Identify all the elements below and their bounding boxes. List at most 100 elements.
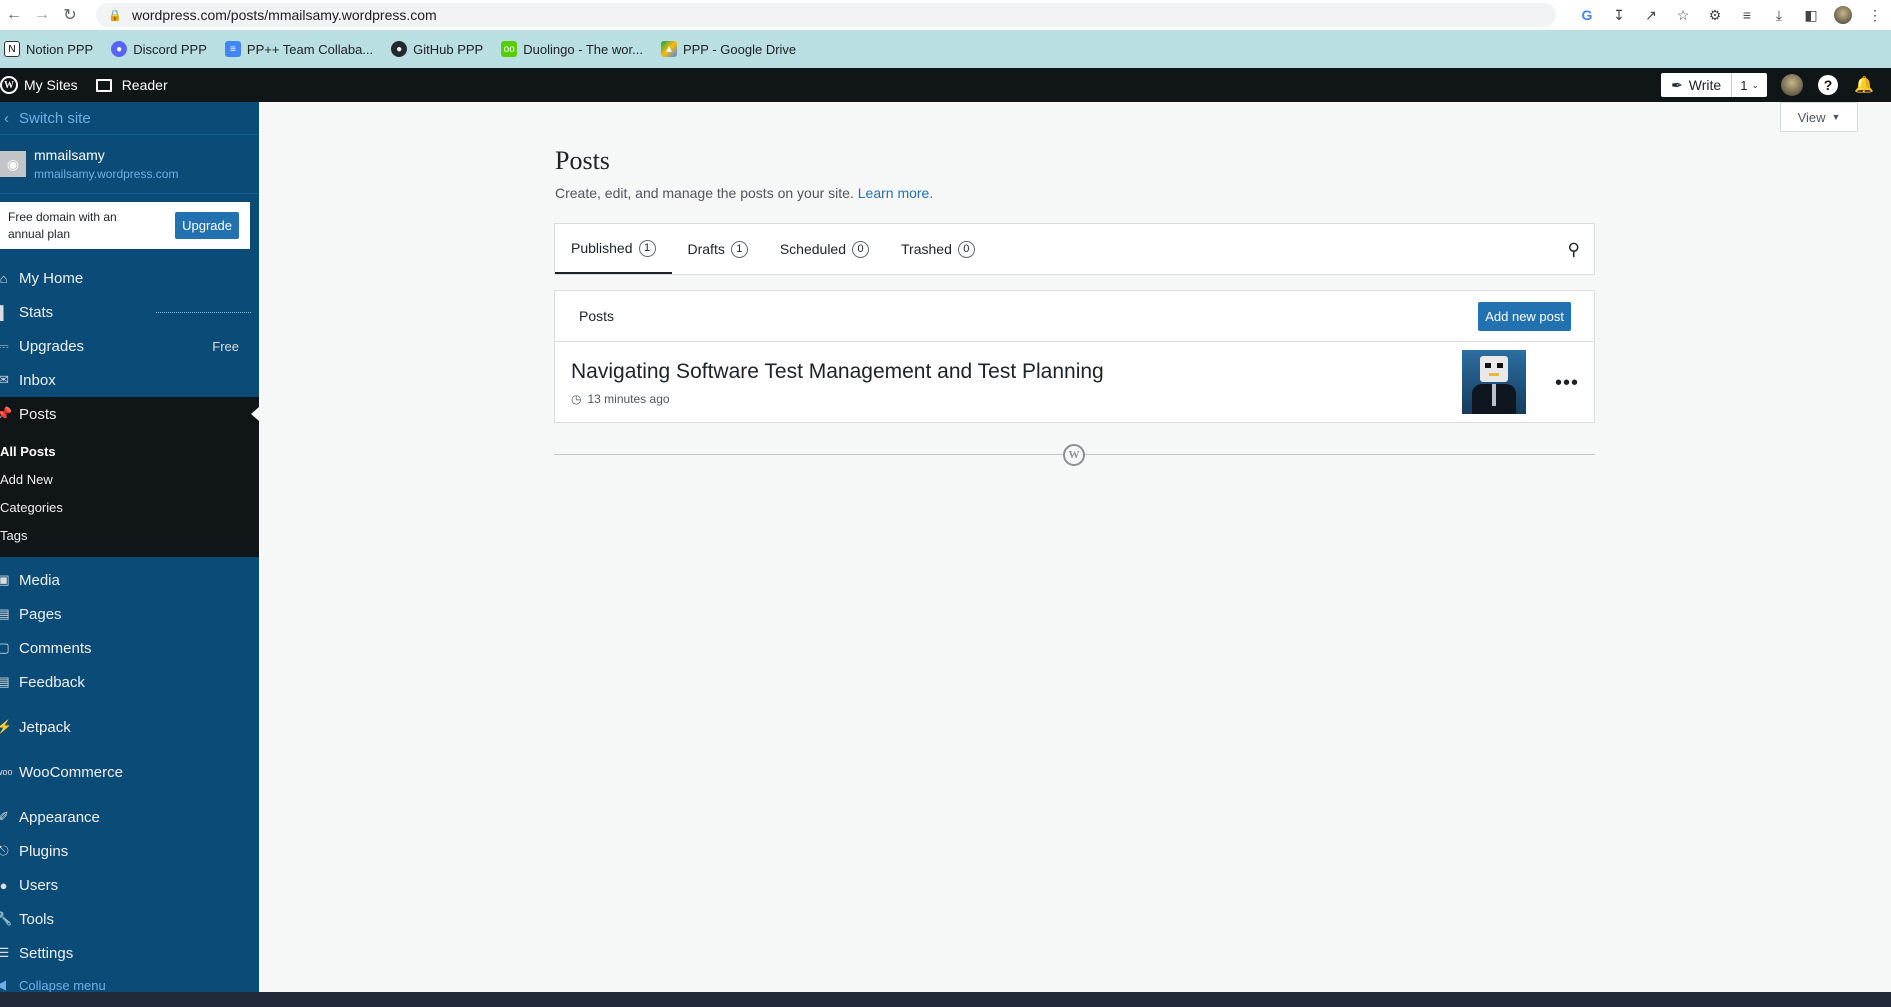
site-card[interactable]: ◉ mmailsamy mmailsamy.wordpress.com bbox=[0, 134, 259, 194]
sidebar-item-media[interactable]: ▣ Media bbox=[0, 563, 259, 597]
star-icon[interactable]: ☆ bbox=[1673, 5, 1693, 25]
lock-icon: 🔒 bbox=[108, 9, 122, 22]
feedback-icon: ▤ bbox=[0, 674, 10, 689]
comment-icon: ▢ bbox=[0, 640, 10, 655]
cart-icon: ⎓ bbox=[0, 338, 9, 353]
sidebar-item-inbox[interactable]: ✉ Inbox bbox=[0, 363, 259, 397]
sidebar-item-plugins[interactable]: ⎋ Plugins bbox=[0, 834, 259, 868]
caret-down-icon: ▼ bbox=[1831, 112, 1841, 122]
sidepanel-icon[interactable]: ◧ bbox=[1801, 5, 1821, 25]
more-options-icon[interactable]: ••• bbox=[1555, 372, 1579, 395]
reader-link[interactable]: Reader bbox=[88, 68, 178, 102]
add-new-post-button[interactable]: Add new post bbox=[1478, 301, 1571, 331]
user-avatar[interactable] bbox=[1781, 74, 1803, 96]
post-title[interactable]: Navigating Software Test Management and … bbox=[571, 360, 1104, 384]
sidebar-item-users[interactable]: ● Users bbox=[0, 868, 259, 902]
site-name: mmailsamy bbox=[34, 147, 105, 163]
media-icon: ▣ bbox=[0, 572, 10, 587]
bookmarks-bar: N Notion PPP ● Discord PPP ≡ PP++ Team Coll… bbox=[0, 30, 1891, 68]
clock-icon: ◷ bbox=[571, 392, 582, 406]
install-icon[interactable]: ↧ bbox=[1609, 5, 1629, 25]
plug-icon: ⎋ bbox=[0, 843, 9, 858]
mail-icon: ✉ bbox=[0, 372, 9, 387]
reload-icon[interactable]: ↻ bbox=[56, 0, 84, 30]
reading-list-icon[interactable]: ≡ bbox=[1737, 5, 1757, 25]
settings-icon: ☰ bbox=[0, 945, 10, 960]
sidebar-item-woocommerce[interactable]: wooWooCommerce bbox=[0, 755, 259, 789]
profile-avatar[interactable] bbox=[1833, 5, 1853, 25]
page-title: Posts bbox=[555, 146, 610, 175]
chrome-menu-icon[interactable]: ⋮ bbox=[1865, 5, 1885, 25]
chevron-down-icon: ⌄ bbox=[1751, 79, 1759, 90]
tab-count: 0 bbox=[852, 240, 870, 258]
bookmark-notion[interactable]: N Notion PPP bbox=[4, 41, 93, 57]
forward-icon[interactable]: → bbox=[28, 0, 56, 30]
tab-count: 1 bbox=[730, 240, 748, 258]
domain-promo: Free domain with an annual plan Upgrade bbox=[0, 202, 250, 249]
collapse-icon: ◀ bbox=[0, 977, 6, 992]
jetpack-icon: ⚡ bbox=[0, 719, 13, 734]
post-timestamp: ◷ 13 minutes ago bbox=[571, 392, 670, 406]
view-site-button[interactable]: View ▼ bbox=[1780, 102, 1858, 132]
sidebar-item-comments[interactable]: ▢ Comments bbox=[0, 631, 259, 665]
post-status-tabs: Published 1 Drafts 1 Scheduled 0 Trashed 0 ⚲ bbox=[554, 223, 1595, 275]
list-header-label: Posts bbox=[579, 308, 615, 324]
sidebar-item-feedback[interactable]: ▤ Feedback bbox=[0, 665, 259, 699]
submenu-all-posts[interactable]: All Posts bbox=[0, 437, 259, 465]
bookmark-duolingo[interactable]: oo Duolingo - The wor... bbox=[501, 41, 643, 57]
extensions-icon[interactable]: ⚙ bbox=[1705, 5, 1725, 25]
sidebar-item-posts[interactable]: 📌 Posts bbox=[0, 397, 259, 431]
wordpress-logo-icon: W bbox=[1063, 444, 1085, 466]
sidebar-item-jetpack[interactable]: ⚡ Jetpack bbox=[0, 710, 259, 744]
bookmark-discord[interactable]: ● Discord PPP bbox=[111, 41, 207, 57]
tab-scheduled[interactable]: Scheduled 0 bbox=[764, 224, 885, 274]
sidebar-item-settings[interactable]: ☰ Settings bbox=[0, 936, 259, 970]
sidebar-item-pages[interactable]: ▤ Pages bbox=[0, 597, 259, 631]
home-icon: ⌂ bbox=[0, 270, 8, 286]
search-icon[interactable]: ⚲ bbox=[1568, 240, 1580, 260]
help-icon[interactable]: ? bbox=[1817, 74, 1839, 96]
upgrade-button[interactable]: Upgrade bbox=[175, 212, 239, 239]
tab-published[interactable]: Published 1 bbox=[555, 224, 672, 274]
brush-icon: ✐ bbox=[0, 809, 9, 824]
browser-toolbar: ← → ↻ 🔒 wordpress.com/posts/mmailsamy.wo… bbox=[0, 0, 1891, 30]
post-item[interactable]: Navigating Software Test Management and … bbox=[554, 341, 1595, 423]
woocommerce-icon: woo bbox=[0, 767, 13, 777]
bookmark-drive[interactable]: ▲ PPP - Google Drive bbox=[660, 41, 796, 57]
sidebar-item-tools[interactable]: 🔧 Tools bbox=[0, 902, 259, 936]
back-icon[interactable]: ← bbox=[0, 0, 28, 30]
url-text: wordpress.com/posts/mmailsamy.wordpress.… bbox=[132, 7, 437, 23]
bookmark-team-doc[interactable]: ≡ PP++ Team Collaba... bbox=[224, 41, 373, 57]
bookmark-github[interactable]: ● GitHub PPP bbox=[391, 41, 483, 57]
sidebar-item-stats[interactable]: ▌ Stats bbox=[0, 295, 259, 329]
reader-icon bbox=[95, 78, 112, 92]
user-icon: ● bbox=[0, 877, 8, 893]
submenu-categories[interactable]: Categories bbox=[0, 493, 259, 521]
google-icon[interactable]: G bbox=[1577, 5, 1597, 25]
tab-count: 1 bbox=[638, 239, 656, 257]
wp-masterbar: W My Sites Reader ✒ Write 1 ⌄ ? 🔔 bbox=[0, 68, 1891, 102]
my-sites-link[interactable]: W My Sites bbox=[0, 68, 88, 102]
sidebar-item-appearance[interactable]: ✐ Appearance bbox=[0, 800, 259, 834]
write-button[interactable]: ✒ Write 1 ⌄ bbox=[1661, 73, 1767, 97]
address-bar[interactable]: 🔒 wordpress.com/posts/mmailsamy.wordpres… bbox=[96, 3, 1556, 27]
submenu-add-new[interactable]: Add New bbox=[0, 465, 259, 493]
post-featured-image[interactable] bbox=[1462, 350, 1526, 414]
submenu-tags[interactable]: Tags bbox=[0, 521, 259, 549]
sidebar-item-upgrades[interactable]: ⎓ Upgrades Free bbox=[0, 329, 259, 363]
notifications-bell-icon[interactable]: 🔔 bbox=[1853, 74, 1875, 96]
site-url[interactable]: mmailsamy.wordpress.com bbox=[34, 167, 178, 181]
tab-drafts[interactable]: Drafts 1 bbox=[672, 224, 764, 274]
os-taskbar bbox=[0, 992, 1891, 1007]
tab-trashed[interactable]: Trashed 0 bbox=[885, 224, 991, 274]
pin-icon: 📌 bbox=[0, 406, 13, 421]
share-icon[interactable]: ↗ bbox=[1641, 5, 1661, 25]
learn-more-link[interactable]: Learn more. bbox=[858, 185, 933, 201]
sidebar-item-my-home[interactable]: ⌂ My Home bbox=[0, 261, 259, 295]
drafts-dropdown[interactable]: 1 ⌄ bbox=[1732, 78, 1767, 93]
stats-sparkline bbox=[156, 312, 251, 313]
download-icon[interactable]: ⤓ bbox=[1769, 5, 1789, 25]
posts-submenu: All Posts Add New Categories Tags bbox=[0, 431, 259, 557]
switch-site-link[interactable]: ‹ Switch site bbox=[0, 102, 259, 134]
pages-icon: ▤ bbox=[0, 606, 10, 621]
